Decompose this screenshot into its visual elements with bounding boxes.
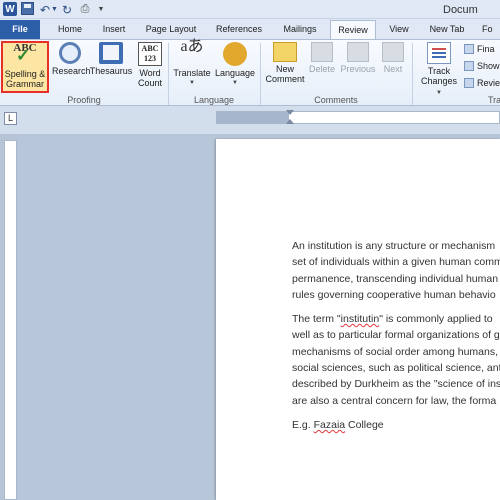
text-line: set of individuals within a given human … bbox=[292, 256, 500, 269]
title-bar: W ↶ ▼ ↻ ⎙ ▼ Docum bbox=[0, 0, 500, 19]
track-changes-icon bbox=[427, 42, 451, 64]
tab-references[interactable]: References bbox=[213, 20, 265, 39]
group-label-comments: Comments bbox=[314, 95, 358, 105]
tab-home[interactable]: Home bbox=[52, 20, 88, 39]
delete-comment-icon bbox=[311, 42, 333, 62]
indent-marker-icon[interactable] bbox=[286, 110, 294, 125]
word-count-button[interactable]: ABC 123 Word Count bbox=[134, 42, 166, 94]
customize-qat-icon[interactable]: ▼ bbox=[97, 2, 105, 17]
new-comment-icon bbox=[273, 42, 297, 62]
previous-comment-icon bbox=[347, 42, 369, 62]
paragraph: E.g. Fazaia College bbox=[292, 417, 500, 433]
next-label: Next bbox=[383, 64, 403, 74]
group-label-language: Language bbox=[193, 95, 235, 105]
undo-dropdown-icon[interactable]: ▼ bbox=[51, 2, 58, 17]
new-comment-label-line2: Comment bbox=[265, 74, 305, 84]
group-label-tracking: Tra bbox=[488, 95, 500, 105]
spelling-label-line1: Spelling & bbox=[4, 69, 46, 79]
language-button[interactable]: Language ▼ bbox=[213, 42, 257, 94]
spelling-label-line2: Grammar bbox=[6, 79, 44, 89]
final-markup-label: Fina bbox=[477, 44, 495, 54]
show-markup-icon bbox=[464, 61, 474, 71]
document-title: Docum bbox=[443, 4, 478, 16]
document-body[interactable]: An institution is any structure or mecha… bbox=[292, 238, 500, 441]
delete-comment-button[interactable]: Delete bbox=[306, 42, 338, 94]
new-comment-label-line1: New bbox=[275, 64, 294, 74]
word-count-label-line1: Word bbox=[139, 68, 161, 78]
paragraph: The term "institutin" is commonly applie… bbox=[292, 311, 500, 409]
research-label: Research bbox=[52, 66, 91, 76]
vertical-ruler[interactable] bbox=[4, 140, 17, 500]
reviewing-pane-button[interactable]: Revie bbox=[464, 77, 500, 89]
translate-label: Translate bbox=[173, 68, 211, 78]
text-line: described by Durkheim as the "science of… bbox=[292, 378, 500, 391]
text-line: rules governing cooperative human behavi… bbox=[292, 288, 496, 301]
word-count-label-line2: Count bbox=[137, 78, 163, 88]
tab-page-layout[interactable]: Page Layout bbox=[143, 20, 199, 39]
group-label-proofing: Proofing bbox=[67, 95, 101, 105]
ribbon-review: ABC ✓ Spelling & Grammar Research Thesaur… bbox=[0, 39, 500, 106]
show-markup-label: Show bbox=[477, 61, 500, 71]
previous-label: Previous bbox=[340, 64, 376, 74]
research-button[interactable]: Research bbox=[52, 42, 91, 94]
tab-new-tab[interactable]: New Tab bbox=[424, 20, 470, 39]
previous-comment-button[interactable]: Previous bbox=[338, 42, 378, 94]
text-line: mechanisms of social order among humans, bbox=[292, 345, 499, 358]
track-changes-label-line1: Track bbox=[427, 66, 451, 76]
tab-insert[interactable]: Insert bbox=[98, 20, 130, 39]
spelling-check-icon: ABC ✓ bbox=[13, 42, 37, 65]
language-label: Language bbox=[214, 68, 256, 78]
tab-format[interactable]: Fo bbox=[482, 20, 500, 39]
new-comment-button[interactable]: New Comment bbox=[264, 42, 306, 94]
undo-icon[interactable]: ↶ bbox=[39, 2, 51, 17]
next-comment-button[interactable]: Next bbox=[378, 42, 408, 94]
research-magnifier-icon bbox=[59, 42, 81, 64]
save-icon[interactable] bbox=[21, 2, 34, 15]
horizontal-ruler[interactable] bbox=[216, 111, 500, 124]
next-comment-icon bbox=[382, 42, 404, 62]
thesaurus-button[interactable]: Thesaurus bbox=[88, 42, 134, 94]
word-count-icon: ABC 123 bbox=[138, 42, 162, 66]
tab-selector-button[interactable]: L bbox=[4, 112, 17, 125]
tab-file[interactable]: File bbox=[0, 20, 40, 39]
spelling-grammar-button[interactable]: ABC ✓ Spelling & Grammar bbox=[1, 41, 49, 93]
text-line: are also a central concern for law, the … bbox=[292, 394, 497, 407]
tab-mailings[interactable]: Mailings bbox=[280, 20, 320, 39]
reviewing-pane-icon bbox=[464, 78, 474, 88]
text-line: An institution is any structure or mecha… bbox=[292, 240, 496, 252]
word-logo-icon[interactable]: W bbox=[3, 2, 17, 16]
show-markup-button[interactable]: Show bbox=[464, 60, 500, 72]
final-markup-icon bbox=[464, 44, 474, 54]
translate-icon: aあ bbox=[180, 38, 204, 55]
language-dropdown-icon: ▼ bbox=[232, 80, 238, 86]
text-line: social sciences, such as political scien… bbox=[292, 362, 500, 375]
text-line: The term "institutin" is commonly applie… bbox=[292, 313, 493, 326]
text-line: well as to particular formal organizatio… bbox=[292, 329, 500, 342]
flagged-word[interactable]: Fazaia bbox=[314, 419, 346, 431]
thesaurus-label: Thesaurus bbox=[89, 66, 133, 76]
tab-view[interactable]: View bbox=[386, 20, 412, 39]
text-line: permanence, transcending individual huma… bbox=[292, 272, 499, 285]
redo-icon[interactable]: ↻ bbox=[61, 2, 73, 17]
reviewing-pane-label: Revie bbox=[477, 78, 500, 88]
translate-button[interactable]: aあ Translate ▼ bbox=[172, 38, 212, 94]
delete-label: Delete bbox=[308, 64, 335, 74]
thesaurus-book-icon bbox=[99, 42, 123, 64]
tab-review[interactable]: Review bbox=[330, 20, 376, 40]
ruler-left-margin bbox=[217, 112, 289, 123]
text-line: E.g. Fazaia College bbox=[292, 418, 384, 431]
ribbon-tabs: File Home Insert Page Layout References … bbox=[0, 19, 500, 40]
misspelled-word[interactable]: institutin bbox=[341, 313, 380, 325]
paragraph: An institution is any structure or mecha… bbox=[292, 238, 500, 303]
translate-dropdown-icon: ▼ bbox=[189, 80, 195, 86]
print-icon[interactable]: ⎙ bbox=[78, 2, 92, 17]
track-changes-button[interactable]: Track Changes ▼ bbox=[417, 42, 461, 96]
final-markup-dropdown[interactable]: Fina bbox=[464, 43, 495, 55]
language-globe-icon bbox=[223, 42, 247, 66]
